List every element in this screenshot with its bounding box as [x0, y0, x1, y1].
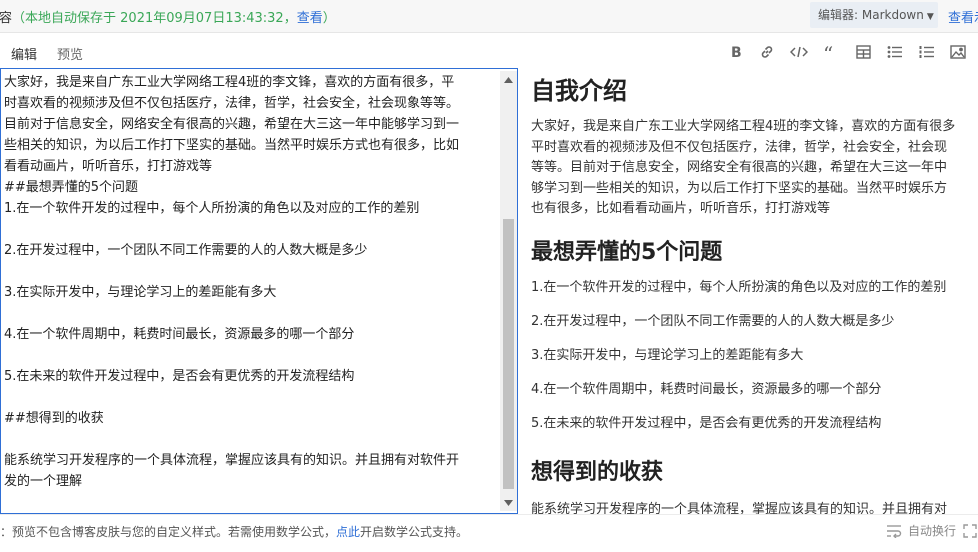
editor-line: 2.在开发过程中，一个团队不同工作需要的人的人数大概是多少	[4, 243, 368, 258]
editor-line: 3.在实际开发中，与理论学习上的差距能有多大	[4, 285, 277, 300]
preview-note-text: 注：预览不包含博客皮肤与您的自定义样式。若需使用数学公式，	[0, 525, 337, 539]
link-icon[interactable]	[755, 42, 779, 62]
view-autosave-link[interactable]: 查看	[297, 11, 323, 26]
editor-line: 大家好，我是来自广东工业大学网络工程4班的李文锋，喜欢的方面有很多，平	[4, 75, 455, 90]
preview-list-item: 1.在一个软件开发的过程中，每个人所扮演的角色以及对应的工作的差别	[531, 280, 947, 295]
editor-toolbar: 编辑 预览 B “	[0, 33, 978, 70]
preview-heading-intro: 自我介绍	[531, 77, 627, 105]
quote-icon[interactable]: “	[819, 42, 843, 62]
code-icon[interactable]	[787, 42, 811, 62]
view-example-link[interactable]: 查看示	[948, 7, 978, 26]
preview-intro-line: 等等。目前对于信息安全，网络安全有很高的兴趣，希望在大三这一年中	[531, 160, 948, 175]
table-icon[interactable]	[851, 42, 875, 62]
preview-intro-line: 也有很多，比如看看动画片，听听音乐，打打游戏等	[531, 201, 831, 216]
editor-line: 些相关的知识，为以后工作打下坚实的基础。当然平时娱乐方式也有很多，比如	[4, 138, 460, 153]
preview-heading-questions: 最想弄懂的5个问题	[531, 240, 723, 265]
autosave-status: 内容（本地自动保存于 2021年09月07日13:43:32，查看）	[0, 7, 336, 26]
bullet-list-icon[interactable]	[883, 42, 907, 62]
content-label: 内容	[0, 11, 13, 26]
editor-line: 看看动画片，听听音乐，打打游戏等	[4, 159, 213, 174]
preview-intro-line: 平时喜欢看的视频涉及但不仅包括医疗，法律，哲学，社会安全，社会现	[531, 140, 948, 155]
editor-line: 时喜欢看的视频涉及但不仅包括医疗，法律，哲学，社会安全，社会现象等等。	[4, 96, 460, 111]
markdown-editor[interactable]: 大家好，我是来自广东工业大学网络工程4班的李文锋，喜欢的方面有很多，平 时喜欢看…	[0, 68, 518, 514]
scroll-thumb[interactable]	[503, 219, 514, 489]
editor-line: 目前对于信息安全，网络安全有很高的兴趣，希望在大三这一年中能够学习到一	[4, 117, 460, 132]
preview-note: 注：预览不包含博客皮肤与您的自定义样式。若需使用数学公式，点此开启数学公式支持。	[0, 523, 468, 540]
editor-line: 4.在一个软件周期中，耗费时间最长，资源最多的哪一个部分	[4, 327, 355, 342]
autosave-close: ）	[322, 11, 336, 26]
image-icon[interactable]	[946, 42, 970, 62]
svg-text:B: B	[731, 45, 742, 59]
bold-icon[interactable]: B	[724, 42, 748, 62]
auto-wrap-toggle[interactable]: 自动换行	[886, 522, 978, 539]
editor-scrollbar[interactable]	[500, 71, 517, 511]
scroll-up-icon[interactable]	[500, 71, 517, 88]
auto-wrap-label: 自动换行	[908, 524, 957, 538]
preview-note-after: 开启数学公式支持。	[360, 525, 469, 539]
tab-edit[interactable]: 编辑	[11, 44, 38, 70]
preview-gains-text: 能系统学习开发程序的一个具体流程，掌握应该具有的知识。并且拥有对	[531, 502, 948, 514]
preview-intro-line: 够学习到一些相关的知识，为以后工作打下坚实的基础。当然平时娱乐方	[531, 181, 948, 196]
chevron-down-icon: ▼	[926, 12, 934, 22]
preview-list-item: 2.在开发过程中，一个团队不同工作需要的人的人数大概是多少	[531, 314, 895, 329]
scroll-down-icon[interactable]	[500, 494, 517, 511]
markdown-preview: 自我介绍 大家好，我是来自广东工业大学网络工程4班的李文锋，喜欢的方面有很多 平…	[519, 68, 978, 514]
autosave-text: （本地自动保存于 2021年09月07日13:43:32，	[12, 11, 297, 26]
editor-line: ##最想弄懂的5个问题	[4, 180, 139, 195]
enable-math-link[interactable]: 点此	[336, 525, 360, 539]
preview-list-item: 3.在实际开发中，与理论学习上的差距能有多大	[531, 348, 804, 363]
preview-intro-line: 大家好，我是来自广东工业大学网络工程4班的李文锋，喜欢的方面有很多	[531, 119, 956, 134]
numbered-list-icon[interactable]	[915, 42, 939, 62]
footer-bar: 注：预览不包含博客皮肤与您的自定义样式。若需使用数学公式，点此开启数学公式支持。…	[0, 514, 978, 552]
editor-content[interactable]: 大家好，我是来自广东工业大学网络工程4班的李文锋，喜欢的方面有很多，平 时喜欢看…	[4, 72, 494, 492]
editor-line: 5.在未来的软件开发过程中，是否会有更优秀的开发流程结构	[4, 369, 355, 384]
preview-heading-gains: 想得到的收获	[531, 460, 664, 485]
editor-line: 能系统学习开发程序的一个具体流程，掌握应该具有的知识。并且拥有对软件开	[4, 453, 460, 468]
editor-mode-label: 编辑器: Markdown	[818, 8, 924, 22]
preview-list-item: 4.在一个软件周期中，耗费时间最长，资源最多的哪一个部分	[531, 382, 882, 397]
svg-text:“: “	[823, 45, 833, 59]
wrap-icon	[887, 524, 902, 538]
editor-line: 1.在一个软件开发的过程中，每个人所扮演的角色以及对应的工作的差别	[4, 201, 420, 216]
top-bar: 内容（本地自动保存于 2021年09月07日13:43:32，查看） 编辑器: …	[0, 0, 978, 33]
editor-mode-select[interactable]: 编辑器: Markdown ▼	[810, 2, 938, 28]
editor-line: 发的一个理解	[4, 474, 83, 489]
fullscreen-icon[interactable]	[962, 523, 978, 539]
tab-preview[interactable]: 预览	[57, 44, 83, 63]
editor-line: ##想得到的收获	[4, 411, 104, 426]
preview-list-item: 5.在未来的软件开发过程中，是否会有更优秀的开发流程结构	[531, 416, 882, 431]
